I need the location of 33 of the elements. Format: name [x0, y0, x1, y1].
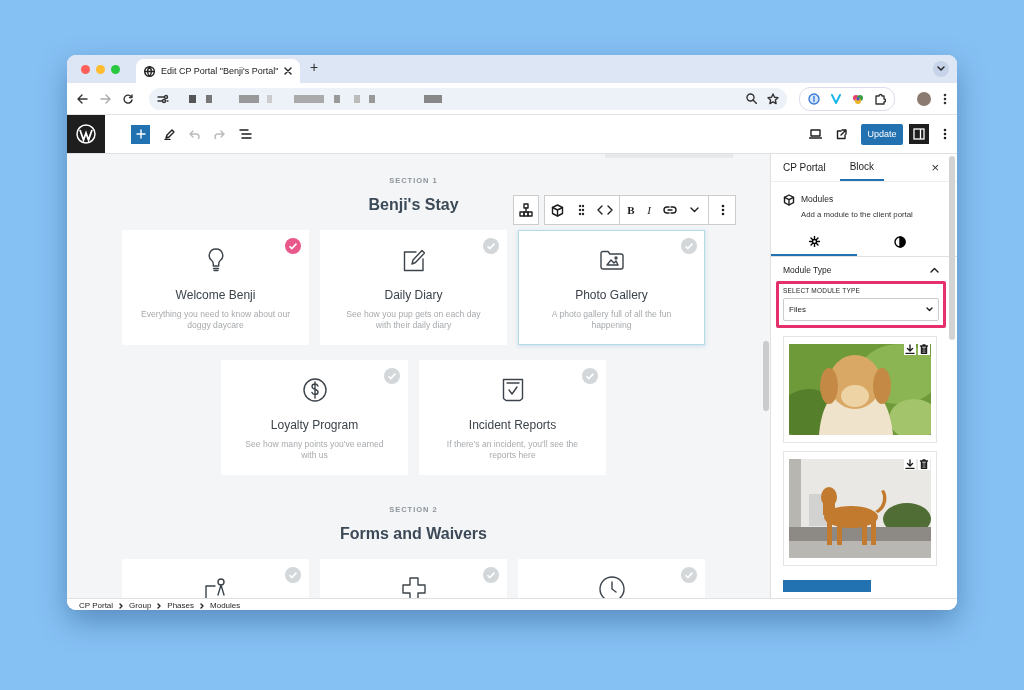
card-description: If there's an incident, you'll see the reports here	[445, 439, 580, 461]
card-description: See how many points you've earned with us	[244, 439, 385, 461]
module-type-select[interactable]: Files	[783, 298, 939, 321]
module-card[interactable]: Loyalty Program See how many points you've earned with us	[221, 360, 408, 475]
bold-button[interactable]: B	[622, 196, 640, 224]
card-title: Incident Reports	[468, 418, 557, 432]
browser-tab[interactable]: Edit CP Portal "Benji's Portal"	[136, 59, 300, 83]
breadcrumb-link[interactable]: Group	[129, 601, 152, 610]
tab-title: Edit CP Portal "Benji's Portal"	[161, 66, 278, 76]
module-card[interactable]: Welcome Benji Everything you need to know about our doggy daycare	[122, 230, 309, 345]
breadcrumb-link[interactable]: Phases	[167, 601, 194, 610]
module-card[interactable]: Photo Gallery A photo gallery full of all the fun happening	[518, 230, 705, 345]
module-card[interactable]: Daily Diary See how you pup gets on each day with their daily diary	[320, 230, 507, 345]
module-card[interactable]: Incident Reports If there's an incident, you'll see the reports here	[419, 360, 606, 475]
panel-title: Module Type	[783, 265, 832, 275]
card-title: Daily Diary	[384, 288, 443, 302]
block-name: Modules	[801, 194, 835, 204]
italic-button[interactable]: I	[640, 196, 658, 224]
update-button[interactable]: Update	[861, 123, 903, 145]
card-description: Everything you need to know about our doggy daycare	[140, 309, 291, 331]
close-button[interactable]: ×	[931, 160, 939, 175]
breadcrumb-link[interactable]: CP Portal	[79, 601, 114, 610]
card-title: Welcome Benji	[175, 288, 256, 302]
sidebar-tab[interactable]: Block	[839, 154, 885, 181]
card-title: Photo Gallery	[575, 288, 648, 302]
card-description: A photo gallery full of all the fun happening	[550, 309, 673, 331]
card-title: Loyalty Program	[270, 418, 359, 432]
breadcrumb-link[interactable]: Modules	[210, 601, 241, 610]
section-title: Benji's Stay	[368, 196, 459, 214]
card-description: See how you pup gets on each day with their daily diary	[345, 309, 482, 331]
section-title: Forms and Waivers	[340, 525, 487, 543]
sidebar-tab[interactable]: CP Portal	[783, 154, 840, 181]
new-tab-button[interactable]: +	[310, 59, 319, 75]
